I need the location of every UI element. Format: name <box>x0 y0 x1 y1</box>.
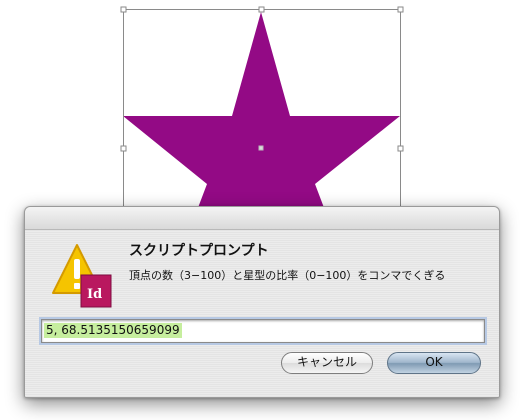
handle-top-center[interactable] <box>258 6 265 13</box>
center-point <box>258 145 264 151</box>
handle-middle-left[interactable] <box>120 145 127 152</box>
handle-middle-right[interactable] <box>397 145 404 152</box>
warning-icon: Id <box>52 244 112 308</box>
cancel-button[interactable]: キャンセル <box>281 352 373 374</box>
svg-text:Id: Id <box>87 287 102 302</box>
handle-top-left[interactable] <box>120 6 127 13</box>
dialog-titlebar[interactable] <box>25 207 499 230</box>
indesign-app-icon: Id <box>80 274 112 308</box>
dialog-title: スクリプトプロンプト <box>129 243 269 259</box>
ok-button[interactable]: OK <box>387 352 481 374</box>
prompt-input[interactable] <box>42 320 484 342</box>
handle-top-right[interactable] <box>397 6 404 13</box>
prompt-input-field[interactable]: 5, 68.5135150659099 <box>41 319 485 343</box>
dialog-message: 頂点の数（3−100）と星型の比率（0−100）をコンマでくぎる <box>129 269 446 282</box>
script-prompt-dialog: Id スクリプトプロンプト 頂点の数（3−100）と星型の比率（0−100）をコ… <box>24 206 500 398</box>
